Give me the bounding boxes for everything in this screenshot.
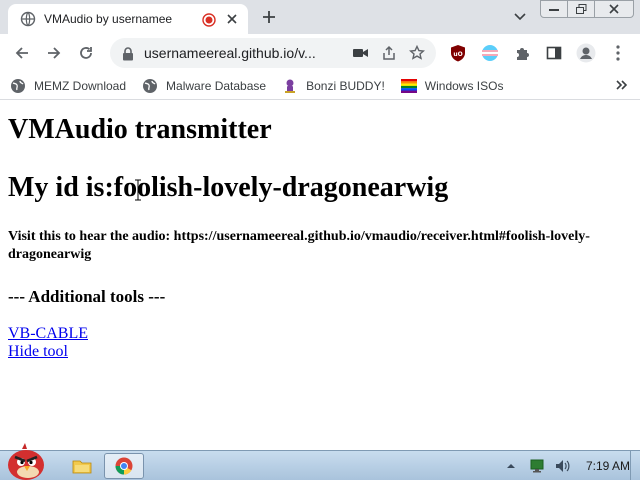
window-controls xyxy=(540,0,634,18)
bookmark-label: Bonzi BUDDY! xyxy=(306,78,385,93)
svg-text:uO: uO xyxy=(453,51,462,58)
minimize-button[interactable] xyxy=(540,0,568,18)
bookmark-bonzi-buddy[interactable]: Bonzi BUDDY! xyxy=(282,78,385,94)
url-text: usernameereal.github.io/v... xyxy=(144,45,316,61)
chevron-up-icon[interactable] xyxy=(502,457,520,475)
show-desktop-button[interactable] xyxy=(630,451,640,480)
restore-button[interactable] xyxy=(567,0,595,18)
ublock-icon[interactable]: uO xyxy=(447,42,469,64)
file-explorer-button[interactable] xyxy=(62,453,102,479)
bookmark-label: MEMZ Download xyxy=(34,78,127,93)
chevron-down-icon[interactable] xyxy=(510,8,530,26)
hide-tool-link[interactable]: Hide tool xyxy=(8,343,68,361)
bookmark-label: Malware Database xyxy=(166,78,267,93)
bookmarks-bar: MEMZ Download Malware Database Bonzi BUD… xyxy=(0,72,640,100)
id-heading: My id is:foolish-lovely-dragonearwig xyxy=(8,172,449,203)
volume-icon[interactable] xyxy=(554,457,572,475)
globe-icon xyxy=(142,78,158,94)
taskbar: 7:19 AM xyxy=(0,443,640,480)
reload-button[interactable] xyxy=(70,37,102,69)
additional-tools-heading: --- Additional tools --- xyxy=(8,287,166,306)
profile-avatar-icon[interactable] xyxy=(575,42,597,64)
tab-vmaudio[interactable]: VMAudio by usernamee xyxy=(8,4,248,34)
page-title: VMAudio transmitter xyxy=(8,114,272,145)
visit-instructions: Visit this to hear the audio: https://us… xyxy=(8,229,590,262)
tab-title: VMAudio by usernamee xyxy=(44,12,173,26)
globe-icon xyxy=(20,11,36,27)
bonzi-icon xyxy=(282,78,298,94)
page-content: VMAudio transmitter My id is:foolish-lov… xyxy=(8,101,632,449)
globe-icon xyxy=(10,78,26,94)
windows-flag-icon xyxy=(400,78,417,94)
bookmark-star-icon[interactable] xyxy=(406,42,428,64)
clock[interactable]: 7:19 AM xyxy=(586,459,630,473)
share-icon[interactable] xyxy=(378,42,400,64)
new-tab-button[interactable] xyxy=(258,6,280,28)
kebab-menu-icon[interactable] xyxy=(607,42,629,64)
lock-icon[interactable] xyxy=(122,46,136,61)
start-button-angry-bird-icon[interactable] xyxy=(4,443,48,480)
forward-button[interactable] xyxy=(38,37,70,69)
bookmark-malware-database[interactable]: Malware Database xyxy=(142,78,266,94)
vb-cable-link[interactable]: VB-CABLE xyxy=(8,325,88,343)
back-button[interactable] xyxy=(6,37,38,69)
close-tab-icon[interactable] xyxy=(224,11,240,27)
network-icon[interactable] xyxy=(528,457,546,475)
side-panel-icon[interactable] xyxy=(543,42,565,64)
chevron-right-double-icon[interactable] xyxy=(616,78,628,94)
bookmark-windows-isos[interactable]: Windows ISOs xyxy=(400,78,504,94)
flag-extension-icon[interactable] xyxy=(479,42,501,64)
browser-title-bar: VMAudio by usernamee xyxy=(0,0,640,34)
address-bar[interactable]: usernameereal.github.io/v... xyxy=(110,38,436,68)
recording-icon xyxy=(202,12,216,27)
chrome-taskbar-button[interactable] xyxy=(104,453,144,479)
camera-icon[interactable] xyxy=(350,42,372,64)
text-cursor-icon xyxy=(135,179,141,201)
puzzle-icon[interactable] xyxy=(511,42,533,64)
browser-toolbar: usernameereal.github.io/v... uO xyxy=(0,34,640,72)
bookmark-label: Windows ISOs xyxy=(424,78,504,93)
system-tray: 7:19 AM xyxy=(494,451,630,480)
close-window-button[interactable] xyxy=(594,0,634,18)
bookmark-memz[interactable]: MEMZ Download xyxy=(10,78,126,94)
